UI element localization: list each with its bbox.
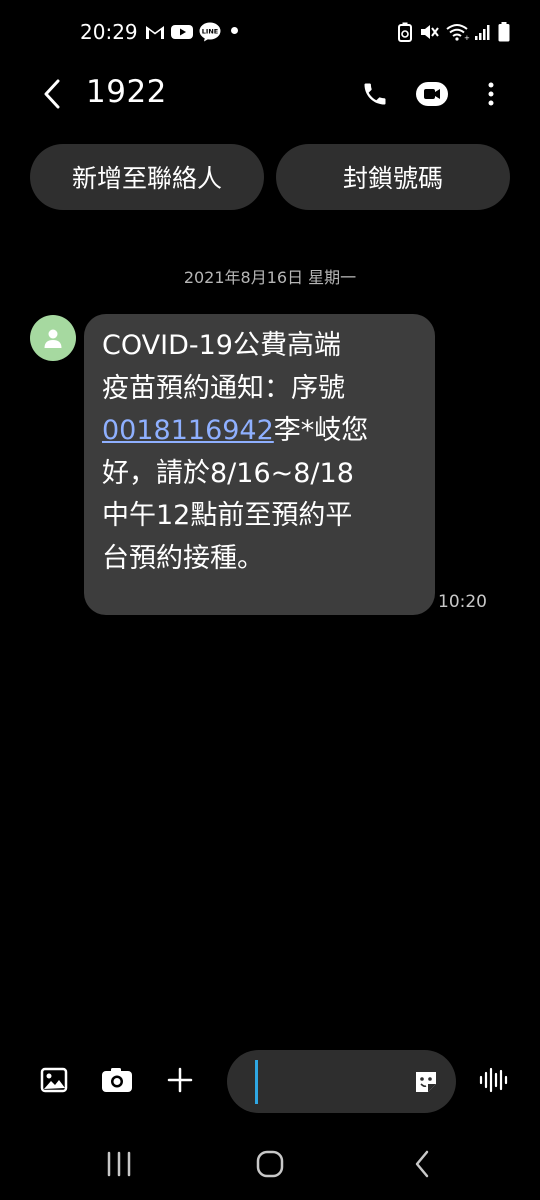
video-call-icon [416, 82, 448, 106]
message-text: 李*岐您 [273, 415, 369, 446]
camera-button[interactable] [99, 1064, 135, 1096]
youtube-icon [170, 22, 194, 42]
notification-dot [231, 27, 238, 34]
line-icon: LINE [198, 22, 222, 42]
message-line: 中午12點前至預約平 [102, 500, 353, 531]
avatar[interactable] [30, 315, 76, 361]
recent-apps-button[interactable] [89, 1144, 149, 1184]
camera-icon [102, 1068, 132, 1092]
status-bar: 20:29 LINE + [0, 0, 540, 66]
add-icon [167, 1067, 193, 1093]
serial-number-link[interactable]: 0018116942 [102, 415, 274, 446]
message-bubble[interactable]: COVID-19公費高端 疫苗預約通知：序號 0018116942李*岐您 好，… [84, 314, 435, 615]
gallery-button[interactable] [36, 1064, 72, 1096]
block-number-button[interactable]: 封鎖號碼 [276, 144, 510, 210]
message-timestamp: 10:20 [438, 592, 487, 612]
svg-text:+: + [464, 34, 470, 41]
nav-back-icon [415, 1150, 429, 1178]
wifi-icon: + [445, 22, 471, 42]
battery-icon [496, 22, 512, 42]
message-line: COVID-19公費高端 [102, 330, 341, 361]
home-button[interactable] [240, 1144, 300, 1184]
message-line: 好，請於8/16~8/18 [102, 457, 354, 489]
more-options-button[interactable] [471, 76, 511, 112]
recent-apps-icon [107, 1151, 131, 1177]
nav-back-button[interactable] [392, 1144, 452, 1184]
gallery-icon [40, 1067, 68, 1093]
signal-icon [474, 22, 492, 42]
person-icon [44, 329, 62, 348]
attach-button[interactable] [162, 1064, 198, 1096]
sticker-icon [416, 1072, 436, 1092]
phone-icon [364, 83, 386, 105]
more-options-icon [488, 82, 494, 106]
gmail-icon [144, 22, 166, 42]
message-input[interactable] [255, 1062, 409, 1102]
text-caret [255, 1060, 258, 1104]
line-icon-label: LINE [202, 28, 218, 36]
date-separator: 2021年8月16日 星期一 [183, 268, 357, 287]
home-icon [256, 1150, 284, 1178]
back-button[interactable] [34, 76, 70, 112]
back-arrow-icon [44, 79, 60, 109]
sticker-button[interactable] [412, 1068, 440, 1096]
add-to-contacts-button[interactable]: 新增至聯絡人 [30, 144, 264, 210]
message-line: 0018116942李*岐您 [102, 410, 417, 453]
mute-icon [418, 22, 440, 42]
message-line: 疫苗預約通知：序號 [102, 372, 345, 404]
battery-saver-icon [396, 22, 414, 42]
voice-button[interactable] [476, 1064, 512, 1096]
voice-icon [479, 1067, 508, 1093]
call-button[interactable] [355, 76, 395, 112]
message-line: 台預約接種。 [102, 542, 264, 574]
conversation-title: 1922 [86, 74, 167, 110]
message-input-container[interactable] [227, 1050, 456, 1113]
status-time: 20:29 [80, 20, 138, 44]
video-call-button[interactable] [412, 76, 452, 112]
